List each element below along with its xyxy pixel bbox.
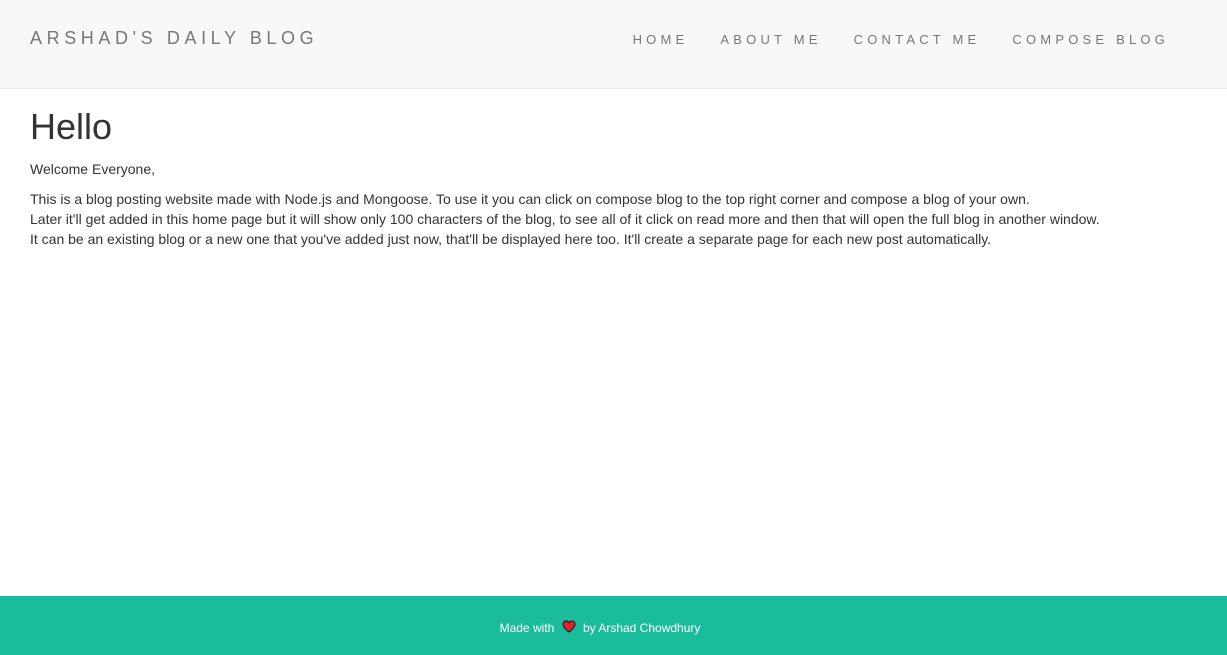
heart-icon (562, 620, 576, 636)
description-line-1: This is a blog posting website made with… (30, 190, 1030, 207)
nav-link-compose-blog[interactable]: COMPOSE BLOG (1012, 32, 1169, 47)
navbar: ARSHAD'S DAILY BLOG HOME ABOUT ME CONTAC… (0, 0, 1227, 89)
main-content: Hello Welcome Everyone, This is a blog p… (30, 89, 1200, 249)
footer-made-with: Made with (499, 621, 555, 635)
footer: Made with by Arshad Chowdhury (0, 596, 1227, 655)
footer-credit: Made with by Arshad Chowdhury (0, 620, 1200, 636)
nav-link-about-me[interactable]: ABOUT ME (720, 32, 821, 47)
page-title: Hello (30, 106, 113, 147)
footer-author: by Arshad Chowdhury (582, 621, 701, 635)
description-line-2: Later it'll get added in this home page … (30, 210, 1100, 227)
nav-link-contact-me[interactable]: CONTACT ME (854, 32, 981, 47)
nav-links: HOME ABOUT ME CONTACT ME COMPOSE BLOG (601, 32, 1169, 47)
description-line-3: It can be an existing blog or a new one … (30, 230, 992, 247)
nav-link-home[interactable]: HOME (633, 32, 689, 47)
site-brand-link[interactable]: ARSHAD'S DAILY BLOG (30, 28, 318, 49)
description-paragraph: This is a blog posting website made with… (30, 189, 1200, 249)
welcome-text: Welcome Everyone, (30, 160, 156, 177)
